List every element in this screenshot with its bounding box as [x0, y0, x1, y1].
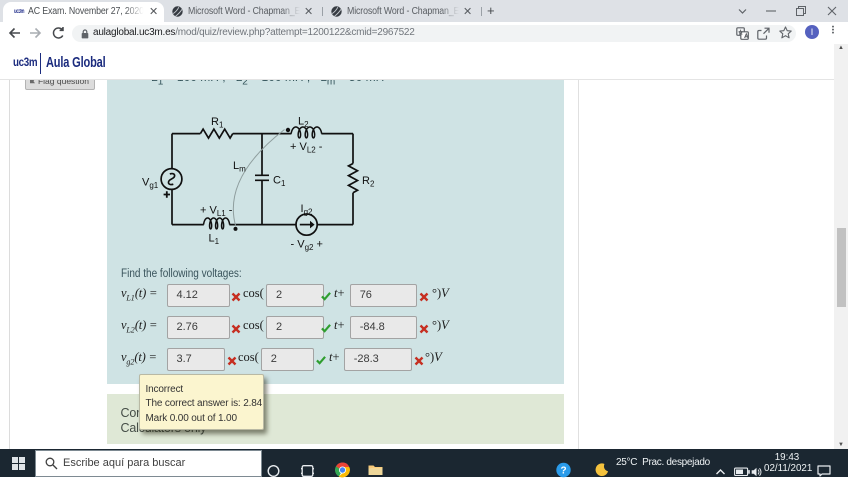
svg-text:Ig2: Ig2 — [301, 203, 314, 217]
svg-text:?: ? — [560, 466, 566, 477]
svg-text:C1: C1 — [273, 174, 286, 188]
svg-text:- Vg2 +: - Vg2 + — [291, 238, 323, 252]
svg-text:+ VL1 -: + VL1 - — [200, 204, 233, 218]
svg-text:R1: R1 — [211, 116, 224, 130]
svg-text:R2: R2 — [362, 175, 375, 189]
svg-text:L2: L2 — [298, 115, 309, 129]
svg-text:Vg1: Vg1 — [142, 176, 159, 190]
svg-text:+ VL2 -: + VL2 - — [290, 141, 323, 155]
svg-text:Lm: Lm — [233, 160, 246, 174]
svg-text:L1: L1 — [209, 232, 220, 246]
